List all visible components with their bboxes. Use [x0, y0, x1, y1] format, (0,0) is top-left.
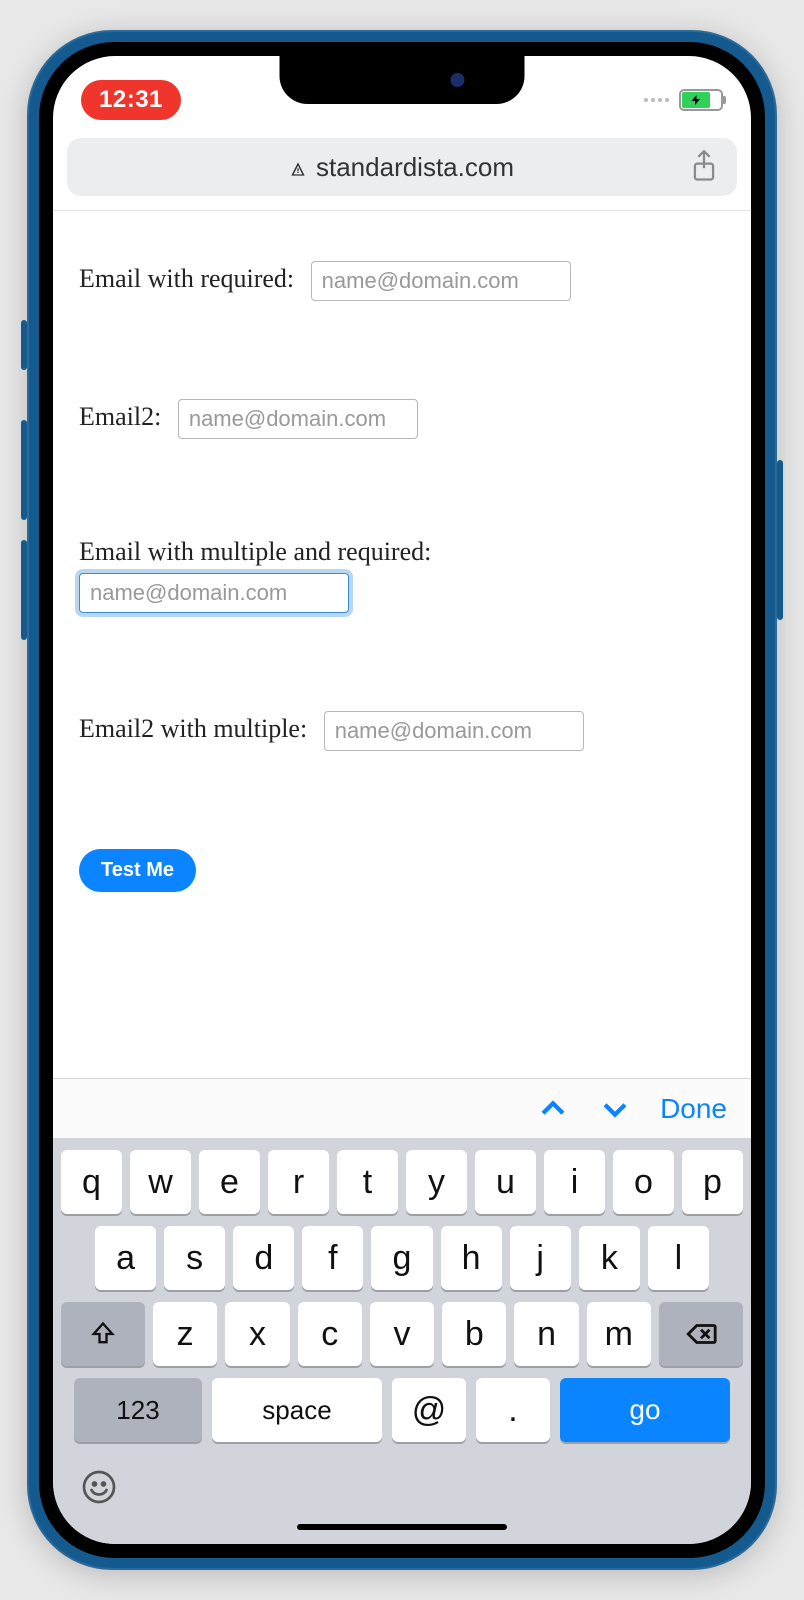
home-indicator[interactable]: [297, 1524, 507, 1530]
page-content: Email with required: Email2: Email with …: [53, 211, 751, 1078]
power-button: [777, 460, 783, 620]
input-email2[interactable]: [178, 399, 418, 439]
prev-field-icon[interactable]: [536, 1092, 570, 1126]
key-y[interactable]: y: [406, 1150, 467, 1214]
key-n[interactable]: n: [514, 1302, 578, 1366]
label-email2: Email2:: [79, 402, 168, 431]
label-email-required: Email with required:: [79, 264, 301, 293]
emoji-icon: [81, 1469, 117, 1505]
key-m[interactable]: m: [587, 1302, 651, 1366]
key-o[interactable]: o: [613, 1150, 674, 1214]
backspace-icon: [684, 1317, 718, 1351]
field-email-required: Email with required:: [79, 261, 725, 301]
key-w[interactable]: w: [130, 1150, 191, 1214]
next-field-icon[interactable]: [598, 1092, 632, 1126]
field-email-multiple-required: Email with multiple and required:: [79, 537, 725, 613]
volume-up-button: [21, 420, 27, 520]
volume-down-button: [21, 540, 27, 640]
url-domain: standardista.com: [316, 152, 514, 183]
space-key[interactable]: space: [212, 1378, 382, 1442]
keyboard-accessory-bar: Done: [53, 1078, 751, 1138]
key-v[interactable]: v: [370, 1302, 434, 1366]
battery-icon: [679, 89, 723, 111]
key-k[interactable]: k: [579, 1226, 640, 1290]
field-email2: Email2:: [79, 399, 725, 439]
numbers-key[interactable]: 123: [74, 1378, 202, 1442]
key-q[interactable]: q: [61, 1150, 122, 1214]
key-h[interactable]: h: [441, 1226, 502, 1290]
input-email2-multiple[interactable]: [324, 711, 584, 751]
notch: [280, 56, 525, 104]
key-j[interactable]: j: [510, 1226, 571, 1290]
mute-switch: [21, 320, 27, 370]
shift-key[interactable]: [61, 1302, 145, 1366]
key-e[interactable]: e: [199, 1150, 260, 1214]
at-key[interactable]: @: [392, 1378, 466, 1442]
cellular-dots-icon: [644, 98, 669, 102]
share-icon[interactable]: [689, 150, 719, 184]
key-x[interactable]: x: [225, 1302, 289, 1366]
dot-key[interactable]: .: [476, 1378, 550, 1442]
key-f[interactable]: f: [302, 1226, 363, 1290]
status-time[interactable]: 12:31: [81, 80, 181, 120]
charging-bolt-icon: [690, 94, 702, 106]
key-b[interactable]: b: [442, 1302, 506, 1366]
keyboard: qwertyuiop asdfghjkl zxcvbnm 123 space @…: [53, 1138, 751, 1544]
key-g[interactable]: g: [371, 1226, 432, 1290]
key-r[interactable]: r: [268, 1150, 329, 1214]
field-email2-multiple: Email2 with multiple:: [79, 711, 725, 751]
key-z[interactable]: z: [153, 1302, 217, 1366]
key-a[interactable]: a: [95, 1226, 156, 1290]
key-s[interactable]: s: [164, 1226, 225, 1290]
input-email-multiple-required[interactable]: [79, 573, 349, 613]
key-u[interactable]: u: [475, 1150, 536, 1214]
backspace-key[interactable]: [659, 1302, 743, 1366]
key-c[interactable]: c: [298, 1302, 362, 1366]
submit-button[interactable]: Test Me: [79, 849, 196, 892]
label-email-multiple-required: Email with multiple and required:: [79, 537, 715, 567]
key-p[interactable]: p: [682, 1150, 743, 1214]
key-d[interactable]: d: [233, 1226, 294, 1290]
phone-frame: 12:31 standardista.com: [27, 30, 777, 1570]
emoji-key[interactable]: [81, 1469, 117, 1510]
label-email2-multiple: Email2 with multiple:: [79, 714, 314, 743]
not-secure-warning-icon: [290, 159, 306, 175]
key-i[interactable]: i: [544, 1150, 605, 1214]
shift-icon: [89, 1320, 117, 1348]
url-bar[interactable]: standardista.com: [67, 138, 737, 196]
key-l[interactable]: l: [648, 1226, 709, 1290]
go-key[interactable]: go: [560, 1378, 730, 1442]
keyboard-done-button[interactable]: Done: [660, 1093, 727, 1125]
input-email-required[interactable]: [311, 261, 571, 301]
key-t[interactable]: t: [337, 1150, 398, 1214]
